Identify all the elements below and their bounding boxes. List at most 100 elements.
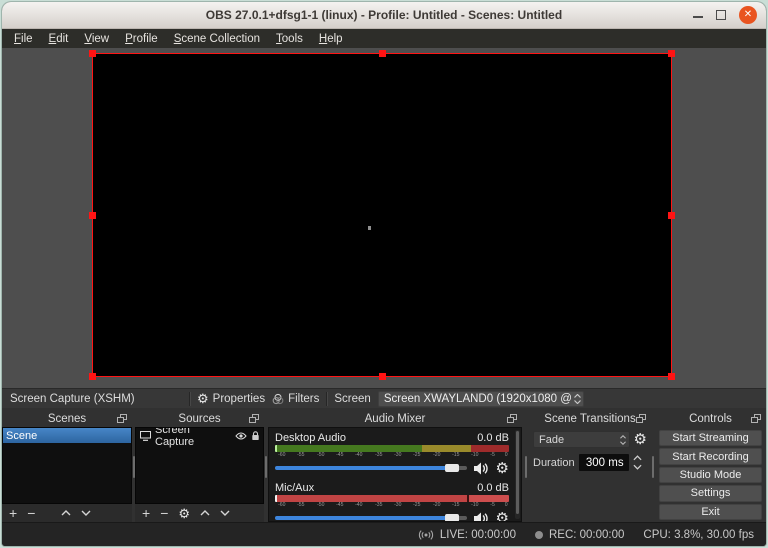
toolbar-separator bbox=[326, 391, 328, 406]
speaker-icon[interactable] bbox=[473, 512, 489, 521]
menu-edit[interactable]: Edit bbox=[41, 31, 77, 47]
menu-scene-collection[interactable]: Scene Collection bbox=[166, 31, 268, 47]
filters-label: Filters bbox=[288, 392, 320, 405]
add-source-button[interactable]: + bbox=[142, 506, 150, 520]
properties-button[interactable]: ⚙ Properties bbox=[197, 392, 265, 405]
controls-dock-header[interactable]: Controls bbox=[655, 411, 766, 427]
resize-handle-middle-right[interactable] bbox=[668, 211, 675, 219]
meter-tick-label: -25 bbox=[413, 501, 421, 508]
duration-spin-buttons[interactable] bbox=[633, 455, 642, 470]
menu-tools[interactable]: Tools bbox=[268, 31, 311, 47]
speaker-icon[interactable] bbox=[473, 462, 489, 475]
move-scene-down-icon[interactable] bbox=[81, 510, 91, 516]
duration-label: Duration bbox=[533, 456, 575, 469]
menu-help[interactable]: Help bbox=[311, 31, 351, 47]
meter-tick-label: -30 bbox=[394, 451, 402, 458]
filters-icon bbox=[272, 393, 284, 405]
menu-view[interactable]: View bbox=[76, 31, 117, 47]
audio-mixer-dock-header[interactable]: Audio Mixer bbox=[268, 411, 522, 427]
source-properties-gear-icon[interactable]: ⚙ bbox=[178, 507, 190, 520]
window-controls: ✕ bbox=[693, 2, 757, 28]
maximize-icon[interactable] bbox=[716, 10, 726, 20]
close-icon[interactable]: ✕ bbox=[739, 6, 757, 24]
screen-label: Screen bbox=[334, 392, 371, 405]
scene-transitions-dock: Scene Transitions Fade ⚙ Duration 300 ms bbox=[529, 411, 651, 522]
dropdown-spinner-icon bbox=[619, 434, 626, 445]
float-dock-icon[interactable] bbox=[507, 414, 517, 423]
title-bar[interactable]: OBS 27.0.1+dfsg1-1 (linux) - Profile: Un… bbox=[2, 2, 766, 29]
scene-transitions-dock-header[interactable]: Scene Transitions bbox=[529, 411, 651, 427]
volume-slider[interactable] bbox=[275, 464, 467, 472]
controls-title: Controls bbox=[689, 413, 732, 425]
meter-tick-label: -20 bbox=[432, 451, 441, 458]
scenes-list: Scene bbox=[2, 427, 132, 504]
meter-tick-label: -5 bbox=[489, 451, 495, 458]
resize-handle-middle-left[interactable] bbox=[89, 211, 96, 219]
resize-handle-bottom-right[interactable] bbox=[668, 373, 675, 380]
dock-splitter[interactable] bbox=[522, 411, 529, 522]
source-toolbar: Screen Capture (XSHM) ⚙ Properties Filte… bbox=[2, 388, 766, 408]
filters-button[interactable]: Filters bbox=[272, 393, 319, 405]
scene-transitions-body: Fade ⚙ Duration 300 ms bbox=[529, 427, 651, 522]
menu-bar: File Edit View Profile Scene Collection … bbox=[2, 29, 766, 48]
screen-select-dropdown[interactable]: Screen XWAYLAND0 (1920x1080 @ 0 bbox=[377, 390, 584, 407]
source-list-item[interactable]: Screen Capture bbox=[136, 428, 263, 448]
preview-area bbox=[2, 48, 766, 388]
meter-tick-label: -30 bbox=[394, 501, 402, 508]
move-scene-up-icon[interactable] bbox=[61, 510, 71, 516]
volume-slider-handle[interactable] bbox=[444, 514, 459, 521]
minimize-icon[interactable] bbox=[693, 16, 703, 18]
meter-tick-label: -50 bbox=[316, 501, 325, 508]
remove-scene-button[interactable]: − bbox=[27, 506, 35, 520]
volume-slider[interactable] bbox=[275, 514, 467, 521]
float-dock-icon[interactable] bbox=[636, 414, 646, 423]
transition-select-dropdown[interactable]: Fade bbox=[533, 431, 630, 448]
channel-name: Desktop Audio bbox=[275, 431, 346, 444]
float-dock-icon[interactable] bbox=[117, 414, 127, 423]
resize-handle-bottom-left[interactable] bbox=[89, 373, 96, 380]
preview-canvas[interactable] bbox=[89, 50, 675, 380]
resize-handle-top-center[interactable] bbox=[378, 50, 386, 57]
move-source-down-icon[interactable] bbox=[220, 510, 230, 516]
remove-source-button[interactable]: − bbox=[160, 506, 168, 520]
menu-file[interactable]: File bbox=[6, 31, 41, 47]
exit-button[interactable]: Exit bbox=[659, 503, 762, 521]
duration-spinbox[interactable]: 300 ms bbox=[578, 454, 629, 471]
start-streaming-button[interactable]: Start Streaming bbox=[659, 430, 762, 447]
float-dock-icon[interactable] bbox=[751, 414, 761, 423]
meter-tick-label: -35 bbox=[374, 501, 383, 508]
resize-handle-top-left[interactable] bbox=[89, 50, 96, 57]
cpu-fps: CPU: 3.8%, 30.00 fps bbox=[643, 528, 754, 541]
lock-icon[interactable] bbox=[251, 431, 260, 441]
scenes-toolbar: + − bbox=[2, 504, 132, 522]
move-source-up-icon[interactable] bbox=[200, 510, 210, 516]
scene-list-item-selected[interactable]: Scene bbox=[3, 428, 131, 443]
resize-handle-top-right[interactable] bbox=[668, 50, 675, 57]
float-dock-icon[interactable] bbox=[249, 414, 259, 423]
settings-button[interactable]: Settings bbox=[659, 485, 762, 502]
studio-mode-button[interactable]: Studio Mode bbox=[659, 466, 762, 484]
volume-slider-handle[interactable] bbox=[444, 464, 459, 472]
start-recording-button[interactable]: Start Recording bbox=[659, 448, 762, 465]
mixer-scrollbar[interactable] bbox=[515, 430, 520, 519]
resize-handle-bottom-center[interactable] bbox=[378, 373, 386, 380]
sources-dock: Sources Screen Capture + − ⚙ bbox=[135, 411, 264, 522]
meter-tick-label: -45 bbox=[336, 501, 344, 508]
sources-dock-header[interactable]: Sources bbox=[135, 411, 264, 427]
captured-cursor bbox=[368, 226, 371, 230]
scenes-dock-header[interactable]: Scenes bbox=[2, 411, 132, 427]
channel-name: Mic/Aux bbox=[275, 481, 315, 494]
menu-profile[interactable]: Profile bbox=[117, 31, 166, 47]
dock-splitter[interactable] bbox=[132, 411, 135, 522]
channel-settings-gear-icon[interactable]: ⚙ bbox=[496, 511, 509, 522]
live-status: LIVE: 00:00:00 bbox=[418, 529, 516, 541]
dock-splitter[interactable] bbox=[651, 411, 655, 522]
channel-settings-gear-icon[interactable]: ⚙ bbox=[496, 461, 509, 476]
audio-mixer-title: Audio Mixer bbox=[364, 413, 426, 425]
transition-settings-gear-icon[interactable]: ⚙ bbox=[634, 432, 647, 447]
meter-tick-label: -55 bbox=[297, 451, 305, 458]
visibility-eye-icon[interactable] bbox=[235, 432, 247, 440]
rec-time: REC: 00:00:00 bbox=[548, 528, 625, 541]
meter-tick-labels: -60 -55 -50 -45 -40 -35 -30 -25 -20 -15 -10 -5 0 bbox=[275, 451, 509, 459]
add-scene-button[interactable]: + bbox=[9, 506, 17, 520]
